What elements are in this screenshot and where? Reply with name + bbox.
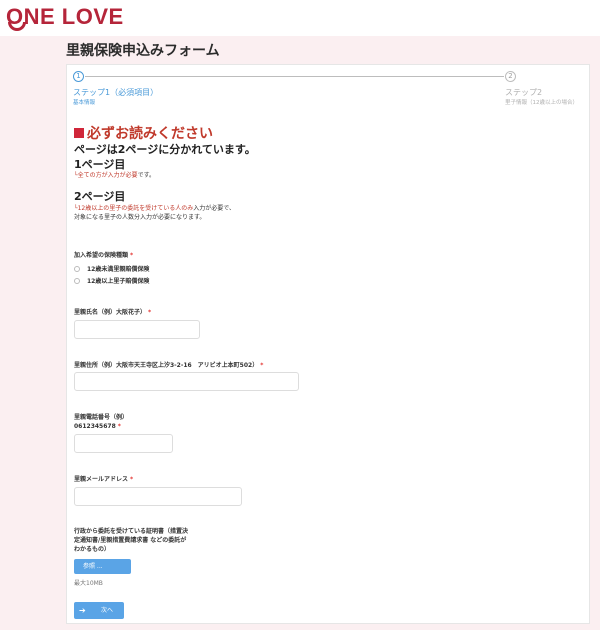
notice-page2-red: └12歳以上の里子の委託を受けている人のみ bbox=[74, 205, 194, 212]
arrow-right-icon: ➔ bbox=[79, 606, 86, 615]
step1-sublabel: 基本情報 bbox=[73, 100, 96, 106]
required-mark: * bbox=[130, 476, 134, 483]
phone-label-line2: 0612345678 * bbox=[74, 423, 121, 430]
address-input[interactable] bbox=[74, 372, 299, 391]
certificate-label-line3: わかるもの） bbox=[74, 546, 111, 553]
address-label-text: 里親住所（例）大阪市天王寺区上汐3-2-16 アリビオ上本町502） bbox=[74, 362, 259, 369]
notice-page1-tail: です。 bbox=[137, 172, 156, 179]
certificate-label: 行政から委託を受けている証明書（措置決 定通知書/里親措置費請求書 などの委託が… bbox=[74, 527, 188, 554]
step1-label: ステップ1（必須項目） bbox=[73, 88, 159, 97]
address-label: 里親住所（例）大阪市天王寺区上汐3-2-16 アリビオ上本町502） * bbox=[74, 361, 263, 370]
notice-page2-text: └12歳以上の里子の委託を受けている人のみ入力が必要で、 bbox=[74, 203, 235, 212]
step1-circle: 1 bbox=[73, 71, 84, 82]
notice-page2-title: 2ページ目 bbox=[74, 190, 126, 203]
required-mark: * bbox=[260, 362, 264, 369]
red-square-icon bbox=[74, 128, 84, 138]
notice-page1-text: └全ての方が入力が必要です。 bbox=[74, 170, 155, 179]
phone-label-line1: 里親電話番号（例） bbox=[74, 414, 129, 421]
radio-button[interactable] bbox=[74, 265, 80, 272]
radio-button[interactable] bbox=[74, 277, 80, 284]
name-label-text: 里親氏名（例）大阪花子） bbox=[74, 309, 147, 316]
plan-label-text: 加入希望の保険種類 bbox=[74, 252, 129, 259]
plan-label: 加入希望の保険種類 * bbox=[74, 251, 133, 260]
step2-label: ステップ2 bbox=[505, 88, 543, 97]
next-button[interactable]: ➔ 次へ bbox=[74, 602, 124, 619]
name-label: 里親氏名（例）大阪花子） * bbox=[74, 308, 151, 317]
upload-max-size: 最大10MB bbox=[74, 580, 103, 587]
certificate-label-line1: 行政から委託を受けている証明書（措置決 bbox=[74, 528, 189, 535]
notice-page2-line2: 対象になる里子の人数分入力が必要になります。 bbox=[74, 214, 206, 221]
plan-option-over12[interactable]: 12歳以上里子賠償保険 bbox=[74, 276, 149, 285]
required-mark: * bbox=[130, 252, 134, 259]
step2-circle: 2 bbox=[505, 71, 516, 82]
form-card: 1 2 ステップ1（必須項目） 基本情報 ステップ2 里子情報（12歳以上の場合… bbox=[66, 64, 590, 624]
notice-page1-red: └全ての方が入力が必要 bbox=[74, 172, 138, 179]
plan-option-under12[interactable]: 12歳未満里親賠償保険 bbox=[74, 264, 149, 273]
phone-input[interactable] bbox=[74, 434, 173, 453]
next-button-label: 次へ bbox=[101, 607, 114, 614]
step2-sublabel: 里子情報（12歳以上の場合） bbox=[505, 100, 578, 106]
notice-heading-text: 必ずお読みください bbox=[87, 126, 213, 142]
certificate-label-line2: 定通知書/里親措置費請求書 などの委託が bbox=[74, 537, 187, 544]
notice-page2-tail: 入力が必要で、 bbox=[193, 205, 236, 212]
required-mark: * bbox=[117, 423, 121, 430]
page-title: 里親保険申込みフォーム bbox=[66, 43, 220, 59]
email-input[interactable] bbox=[74, 487, 242, 506]
email-label: 里親メールアドレス * bbox=[74, 475, 133, 484]
browse-button[interactable]: 参照 ... bbox=[74, 559, 131, 574]
notice-heading: 必ずお読みください bbox=[74, 123, 213, 143]
logo-arc-icon bbox=[8, 22, 26, 31]
plan-option-label: 12歳未満里親賠償保険 bbox=[87, 266, 150, 273]
name-input[interactable] bbox=[74, 320, 200, 339]
stepper-line bbox=[85, 76, 504, 77]
top-bar: ONE LOVE bbox=[0, 0, 600, 36]
required-mark: * bbox=[148, 309, 152, 316]
email-label-text: 里親メールアドレス bbox=[74, 476, 129, 483]
plan-option-label: 12歳以上里子賠償保険 bbox=[87, 278, 150, 285]
notice-line: ページは2ページに分かれています。 bbox=[74, 143, 256, 156]
phone-label: 里親電話番号（例） 0612345678 * bbox=[74, 413, 128, 431]
